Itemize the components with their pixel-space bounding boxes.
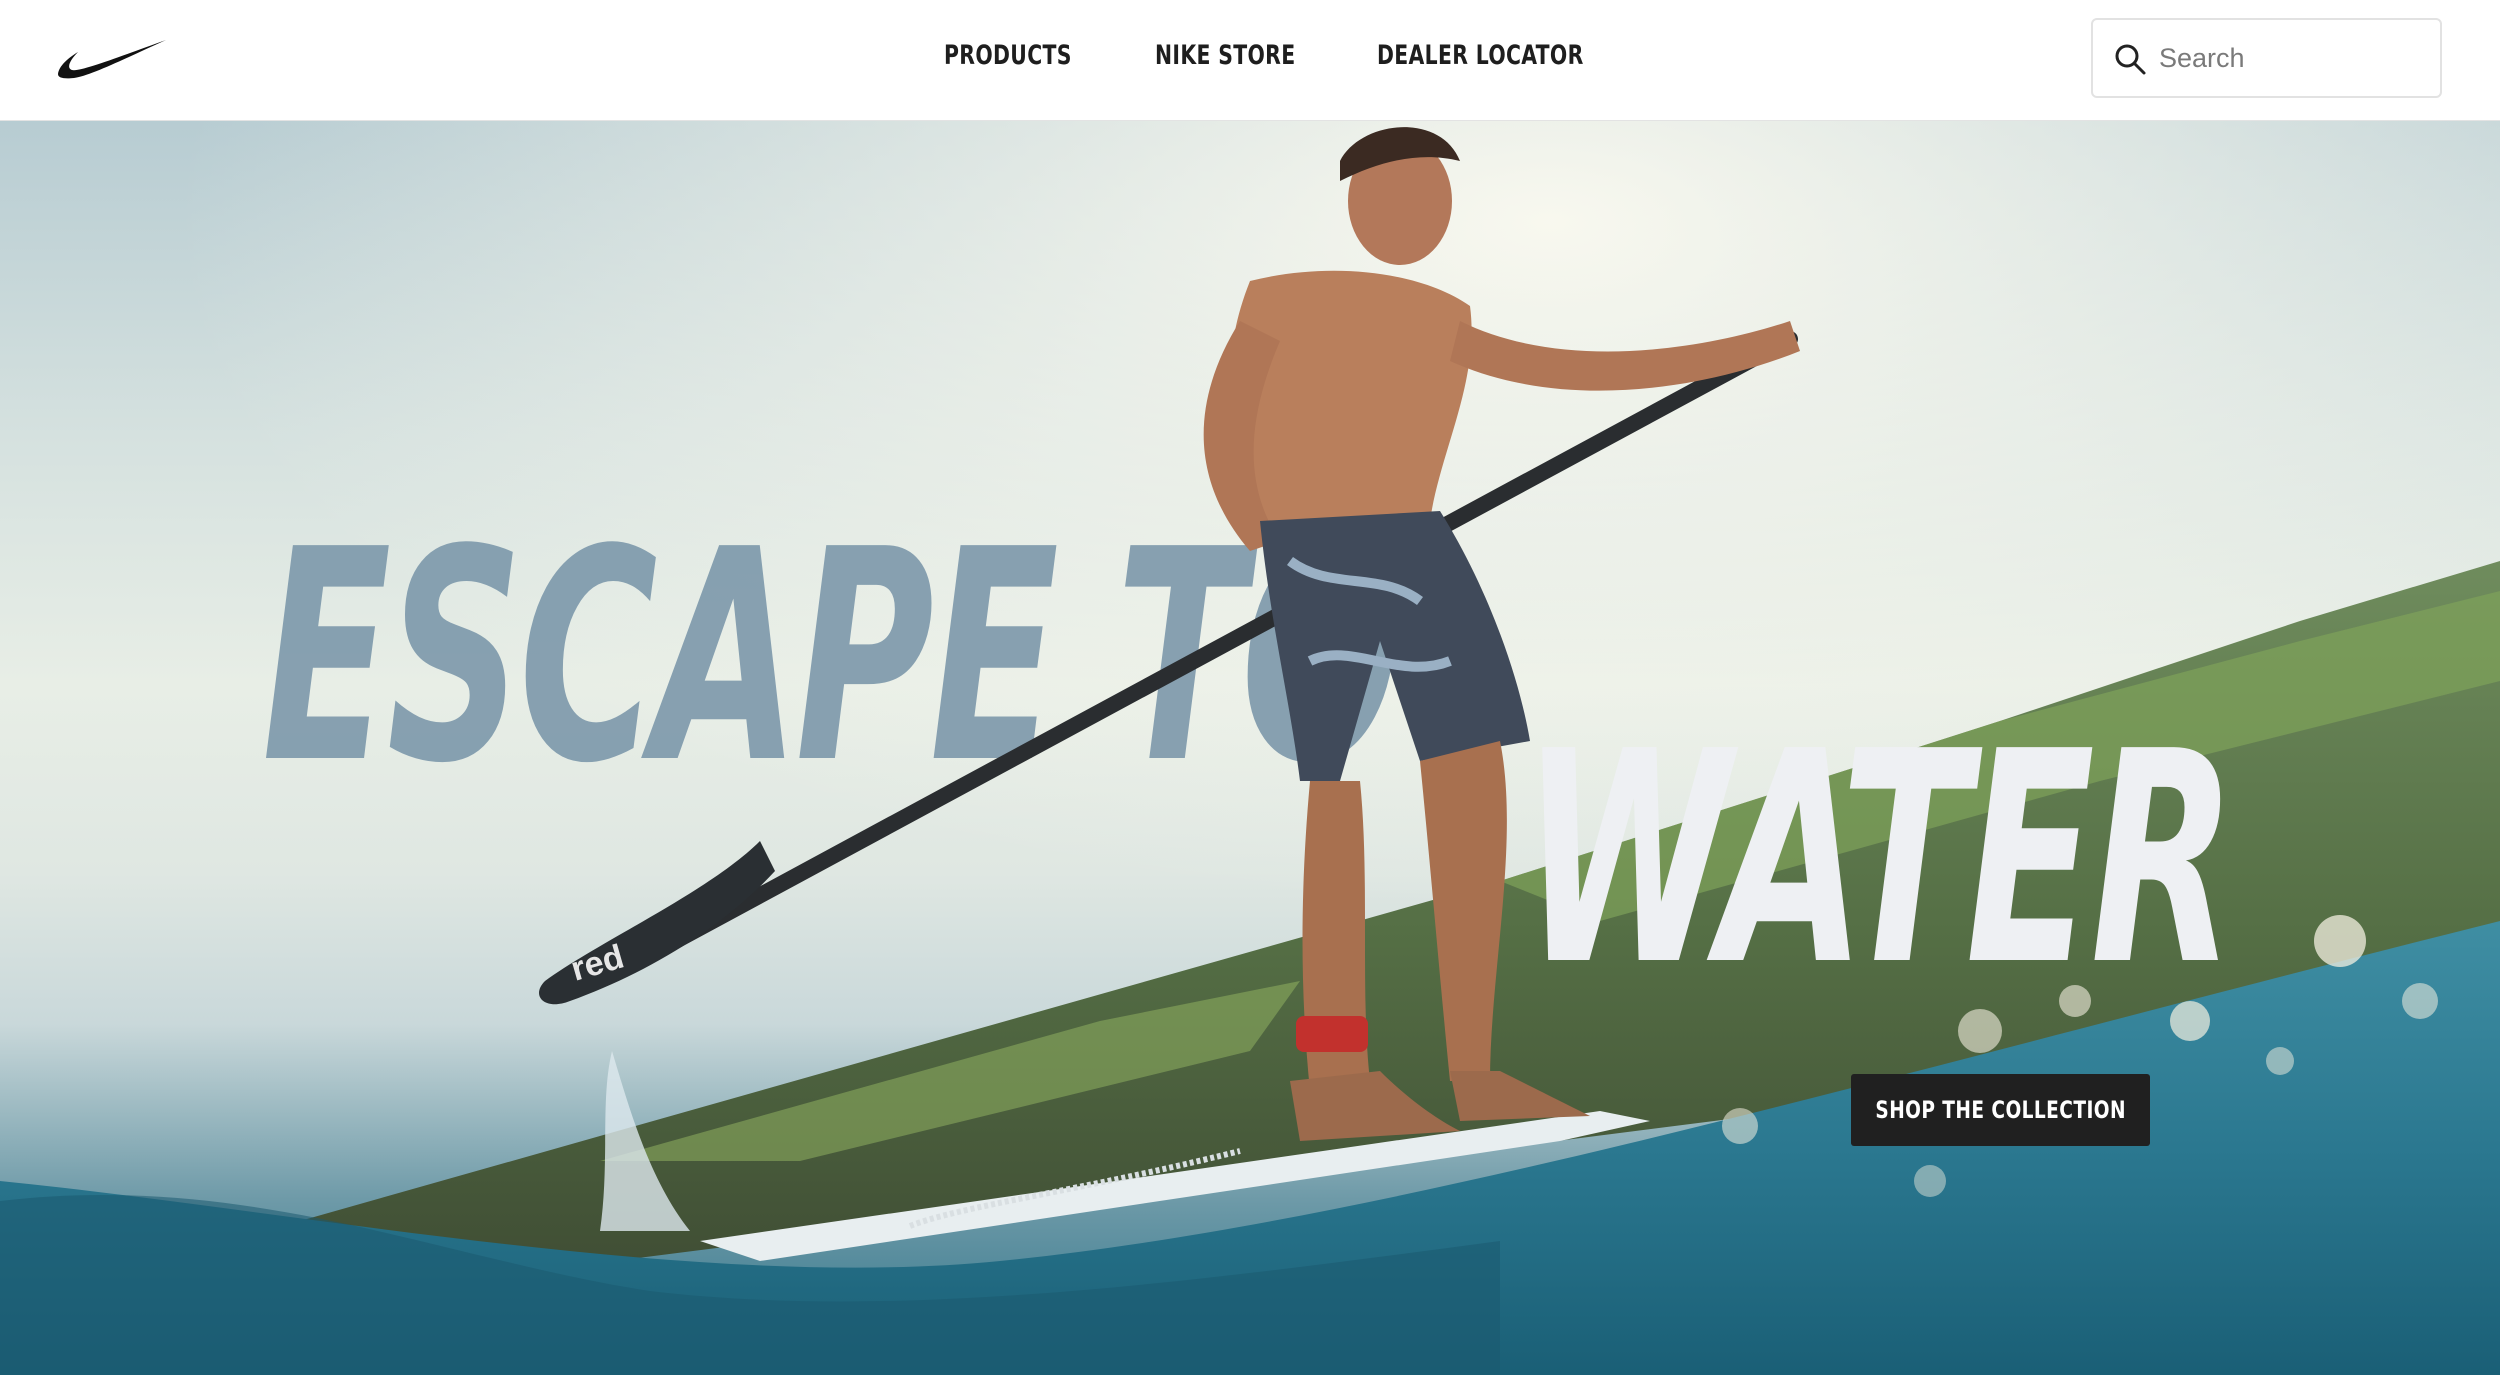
nike-swoosh-icon[interactable] [56, 38, 168, 80]
hero-banner: ESCAPE TO red WATER SHOP THE COLLECTION [0, 121, 2500, 1375]
site-header: PRODUCTS NIKE STORE DEALER LOCATOR [0, 0, 2500, 121]
shop-collection-label: SHOP THE COLLECTION [1875, 1096, 2126, 1124]
search-icon[interactable] [2113, 42, 2147, 76]
shop-collection-button[interactable]: SHOP THE COLLECTION [1851, 1074, 2150, 1146]
hero-headline-line1: ESCAPE TO [262, 487, 1402, 827]
nav-nike-store[interactable]: NIKE STORE [1155, 40, 1296, 71]
search-box[interactable] [2091, 18, 2442, 98]
nav-dealer-locator[interactable]: DEALER LOCATOR [1377, 40, 1584, 71]
nav-products[interactable]: PRODUCTS [944, 40, 1072, 71]
hero-headline-line2: WATER [1522, 689, 2236, 1029]
search-input[interactable] [2159, 22, 2427, 94]
